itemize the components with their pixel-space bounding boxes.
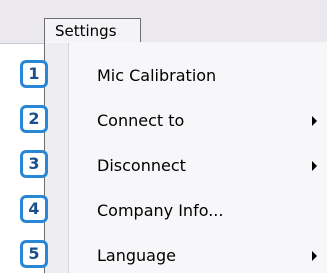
- callout-badge-3: 3: [20, 150, 48, 178]
- callout-badge-1: 1: [20, 60, 48, 88]
- menu-item-label: Connect to: [97, 111, 185, 130]
- menu-item-label: Language: [97, 246, 176, 265]
- screenshot-stage: Settings Mic Calibration Connect to Disc…: [0, 0, 327, 273]
- menu-item-label: Company Info...: [97, 201, 224, 220]
- menu-item-mic-calibration[interactable]: Mic Calibration: [70, 56, 327, 96]
- callout-badge-2: 2: [20, 105, 48, 133]
- callout-badge-5: 5: [20, 240, 48, 268]
- menu-item-language[interactable]: Language: [70, 236, 327, 273]
- menu-item-company-info[interactable]: Company Info...: [70, 191, 327, 231]
- callout-badge-4: 4: [20, 195, 48, 223]
- submenu-arrow-icon: [312, 116, 317, 126]
- menu-item-label: Mic Calibration: [97, 66, 217, 85]
- menu-item-connect-to[interactable]: Connect to: [70, 101, 327, 141]
- menu-item-label: Disconnect: [97, 156, 186, 175]
- settings-menu-title[interactable]: Settings: [44, 18, 141, 43]
- menu-icon-gutter: [45, 43, 69, 273]
- menu-item-disconnect[interactable]: Disconnect: [70, 146, 327, 186]
- submenu-arrow-icon: [312, 161, 317, 171]
- submenu-arrow-icon: [312, 251, 317, 261]
